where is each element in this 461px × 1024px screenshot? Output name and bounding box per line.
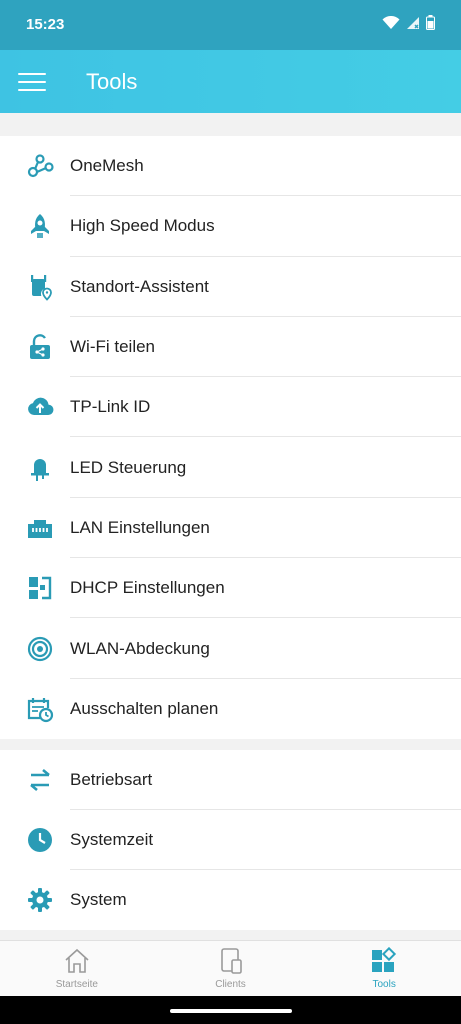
nav-tab-tools[interactable]: Tools bbox=[307, 941, 461, 996]
tool-item-label: DHCP Einstellungen bbox=[70, 578, 225, 598]
page-title: Tools bbox=[86, 69, 138, 94]
menu-button[interactable] bbox=[14, 65, 50, 99]
home-icon bbox=[65, 948, 89, 973]
tool-item-wlan-coverage[interactable]: WLAN-Abdeckung bbox=[0, 618, 461, 679]
system-gesture-area bbox=[0, 996, 461, 1024]
tool-item-lan-settings[interactable]: LAN Einstellungen bbox=[0, 498, 461, 559]
tool-item-label: WLAN-Abdeckung bbox=[70, 638, 210, 658]
wifi-icon bbox=[382, 15, 400, 29]
nav-tab-label: Clients bbox=[215, 979, 246, 990]
tools-list-system: Betriebsart Systemzeit System bbox=[0, 750, 461, 930]
tool-item-location-assistant[interactable]: Standort-Assistent bbox=[0, 257, 461, 318]
tool-item-label: Wi-Fi teilen bbox=[70, 337, 156, 357]
hamburger-icon-line bbox=[18, 73, 46, 75]
tool-item-tplink-id[interactable]: TP-Link ID bbox=[0, 377, 461, 438]
rocket-icon bbox=[26, 212, 54, 240]
schedule-icon bbox=[26, 695, 54, 723]
tool-item-label: Betriebsart bbox=[70, 770, 153, 789]
clock-icon bbox=[26, 826, 54, 854]
status-bar: 15:23 bbox=[0, 0, 461, 50]
tool-item-label: Standort-Assistent bbox=[70, 276, 209, 296]
tool-item-system-time[interactable]: Systemzeit bbox=[0, 810, 461, 870]
onemesh-icon bbox=[26, 152, 54, 180]
nav-tab-clients[interactable]: Clients bbox=[154, 941, 308, 996]
nav-tab-label: Startseite bbox=[55, 979, 98, 990]
tool-item-share-wifi[interactable]: Wi-Fi teilen bbox=[0, 317, 461, 378]
tool-item-label: LAN Einstellungen bbox=[70, 517, 210, 537]
tools-list-main: OneMesh High Speed Modus Standort-Assist… bbox=[0, 136, 461, 739]
tool-item-label: LED Steuerung bbox=[70, 457, 187, 477]
gesture-handle[interactable] bbox=[170, 1009, 292, 1013]
dhcp-icon bbox=[26, 574, 54, 602]
status-icons bbox=[382, 15, 435, 30]
tool-item-label: High Speed Modus bbox=[70, 216, 215, 236]
tool-item-operation-mode[interactable]: Betriebsart bbox=[0, 750, 461, 810]
share-wifi-icon bbox=[26, 333, 54, 361]
lan-port-icon bbox=[26, 514, 54, 542]
tool-item-high-speed[interactable]: High Speed Modus bbox=[0, 196, 461, 257]
status-time: 15:23 bbox=[26, 16, 65, 33]
tool-item-label: OneMesh bbox=[70, 156, 144, 176]
app-bar: Tools bbox=[0, 50, 461, 113]
bottom-nav: Startseite Clients Tools bbox=[0, 940, 461, 996]
tool-item-label: System bbox=[70, 890, 127, 909]
tool-item-power-schedule[interactable]: Ausschalten planen bbox=[0, 679, 461, 739]
tool-item-label: Systemzeit bbox=[70, 830, 154, 849]
tool-item-onemesh[interactable]: OneMesh bbox=[0, 136, 461, 197]
tools-grid-icon bbox=[372, 947, 397, 972]
operation-mode-icon bbox=[26, 766, 54, 794]
nav-tab-home[interactable]: Startseite bbox=[0, 941, 154, 996]
tool-item-label: Ausschalten planen bbox=[70, 698, 219, 718]
gear-icon bbox=[26, 886, 54, 914]
tool-item-dhcp-settings[interactable]: DHCP Einstellungen bbox=[0, 558, 461, 619]
devices-icon bbox=[220, 948, 242, 974]
cloud-upload-icon bbox=[26, 393, 54, 421]
cell-signal-icon bbox=[407, 16, 419, 29]
tool-item-led-control[interactable]: LED Steuerung bbox=[0, 437, 461, 499]
battery-icon bbox=[426, 15, 435, 30]
led-icon bbox=[26, 454, 54, 482]
nav-tab-label: Tools bbox=[372, 979, 396, 990]
location-assistant-icon bbox=[26, 273, 54, 301]
hamburger-icon-line bbox=[18, 81, 46, 83]
coverage-icon bbox=[26, 635, 54, 663]
hamburger-icon-line bbox=[18, 89, 46, 91]
tool-item-label: TP-Link ID bbox=[70, 397, 151, 417]
tool-item-system[interactable]: System bbox=[0, 870, 461, 930]
